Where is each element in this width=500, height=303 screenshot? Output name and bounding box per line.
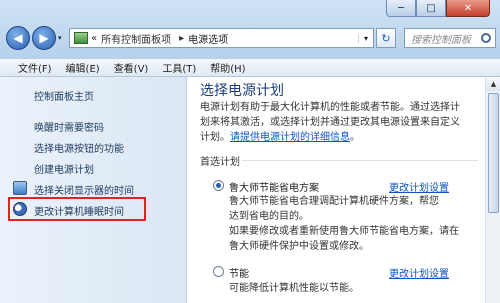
navigation-bar: ◀ ▶ ▾ « 所有控制面板项 ▸ 电源选项 ▾ ↻ 搜索控制面板 xyxy=(6,26,496,50)
description-tail: 。 xyxy=(350,132,360,143)
description-tail: 计划。 xyxy=(200,132,230,143)
section-heading: 首选计划 xyxy=(200,157,240,168)
plan-description-line: 鲁大师节能省电合理调配计算机硬件方案，帮您 xyxy=(229,196,439,207)
highlight-box xyxy=(8,197,146,221)
change-plan-settings-link[interactable]: 更改计划设置 xyxy=(389,179,449,194)
description-line: 划来将其激活，或选择计划并通过更改其电源设置来自定义 xyxy=(200,117,460,128)
menu-edit[interactable]: 编辑(E) xyxy=(59,60,107,75)
page-description: 电源计划有助于最大化计算机的性能或者节能。通过选择计 划来将其激活，或选择计划并… xyxy=(200,100,478,145)
recent-pages-dropdown[interactable]: ▾ xyxy=(58,34,66,42)
search-input[interactable]: 搜索控制面板 xyxy=(404,28,496,48)
plan-description: 可能降低计算机性能以节能。 xyxy=(229,281,474,296)
plan-description-line: 如果要修改或者重新使用鲁大师节能省电方案，请在 xyxy=(229,226,459,237)
minimize-button[interactable]: ─ xyxy=(386,0,416,17)
back-button[interactable]: ◀ xyxy=(6,26,30,50)
sidebar-item-power-buttons[interactable]: 选择电源按钮的功能 xyxy=(34,140,124,155)
vertical-scrollbar[interactable]: ▲ xyxy=(485,77,500,303)
menu-help[interactable]: 帮助(H) xyxy=(203,60,252,75)
scroll-up-button[interactable]: ▲ xyxy=(486,77,500,91)
plan-description-line: 可能降低计算机性能以节能。 xyxy=(229,283,359,294)
page-title: 选择电源计划 xyxy=(200,83,284,99)
monitor-icon xyxy=(13,181,27,195)
plan-radio-power-saver[interactable] xyxy=(213,266,224,277)
maximize-button[interactable]: □ xyxy=(416,0,446,17)
plan-details-link[interactable]: 请提供电源计划的详细信息 xyxy=(230,132,350,143)
sidebar-item-create-plan[interactable]: 创建电源计划 xyxy=(34,161,94,176)
forward-button[interactable]: ▶ xyxy=(32,26,56,50)
change-plan-settings-link[interactable]: 更改计划设置 xyxy=(389,265,449,280)
breadcrumb-item[interactable]: 电源选项 xyxy=(188,31,228,46)
refresh-button[interactable]: ↻ xyxy=(376,28,396,48)
breadcrumb-item[interactable]: 所有控制面板项 xyxy=(101,31,171,46)
close-button[interactable]: ✕ xyxy=(446,0,490,17)
plan-name[interactable]: 鲁大师节能省电方案 xyxy=(229,179,319,194)
task-pane: 控制面板主页 唤醒时需要密码 选择电源按钮的功能 创建电源计划 选择关闭显示器的… xyxy=(0,77,187,303)
search-placeholder: 搜索控制面板 xyxy=(411,34,471,46)
plan-description: 鲁大师节能省电合理调配计算机硬件方案，帮您 达到省电的目的。 如果要修改或者重新… xyxy=(229,194,474,254)
sidebar-item-wake-password[interactable]: 唤醒时需要密码 xyxy=(34,119,104,134)
search-icon[interactable] xyxy=(481,33,491,43)
sidebar-item-control-panel-home[interactable]: 控制面板主页 xyxy=(34,88,94,103)
address-dropdown-button[interactable]: ▾ xyxy=(358,33,373,43)
plan-description-line: 达到省电的目的。 xyxy=(229,211,309,222)
plan-radio-ludashi[interactable] xyxy=(213,180,224,191)
plan-description-line: 鲁大师硬件保护中设置或修改。 xyxy=(229,241,369,252)
breadcrumb-overflow[interactable]: « xyxy=(91,33,97,44)
section-divider xyxy=(242,160,478,161)
menu-bar: 文件(F) 编辑(E) 查看(V) 工具(T) 帮助(H) xyxy=(0,59,500,77)
description-line: 计划。请提供电源计划的详细信息。 xyxy=(200,130,478,145)
main-content: 选择电源计划 电源计划有助于最大化计算机的性能或者节能。通过选择计 划来将其激活… xyxy=(187,77,485,303)
menu-tools[interactable]: 工具(T) xyxy=(155,60,203,75)
window-chrome: ─ □ ✕ ◀ ▶ ▾ « 所有控制面板项 ▸ 电源选项 ▾ ↻ 搜索控制面板 xyxy=(0,0,500,61)
window-controls: ─ □ ✕ xyxy=(386,0,490,17)
control-panel-icon xyxy=(74,32,88,44)
menu-file[interactable]: 文件(F) xyxy=(0,60,59,75)
scroll-thumb[interactable] xyxy=(488,93,499,213)
description-line: 电源计划有助于最大化计算机的性能或者节能。通过选择计 xyxy=(200,102,460,113)
address-bar[interactable]: « 所有控制面板项 ▸ 电源选项 ▾ xyxy=(69,28,374,48)
menu-view[interactable]: 查看(V) xyxy=(107,60,156,75)
sidebar-item-display-off-time[interactable]: 选择关闭显示器的时间 xyxy=(34,182,134,197)
breadcrumb-separator-icon[interactable]: ▸ xyxy=(179,33,184,44)
plan-name[interactable]: 节能 xyxy=(229,265,249,280)
